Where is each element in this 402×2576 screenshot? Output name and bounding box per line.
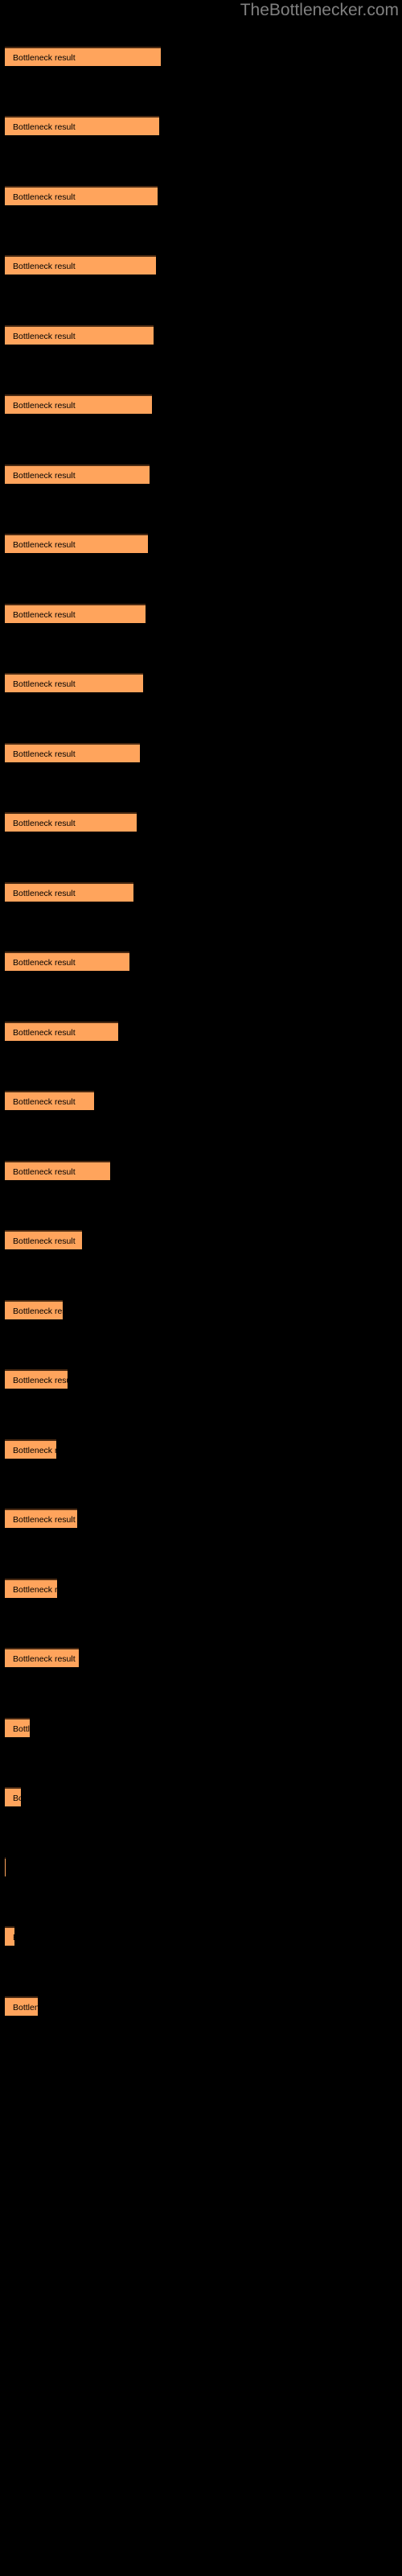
bar-row: Bottleneck result: [0, 1579, 402, 1600]
bar-clip: Bottleneck result: [5, 464, 150, 485]
bar-row: Bottleneck result: [0, 255, 402, 276]
bar-clip: Bottleneck result: [5, 116, 159, 137]
bar-row: Bottleneck result: [0, 1091, 402, 1112]
bar-row: Bottleneck result: [0, 1230, 402, 1251]
bar-rect: [5, 673, 143, 692]
bar-rect: [5, 1718, 30, 1737]
bottleneck-chart: TheBottlenecker.com Bottleneck result Bot…: [0, 0, 402, 2576]
bar-row: Bottleneck result: [0, 1439, 402, 1460]
bar-rect: [5, 464, 150, 484]
bar-rect: [5, 1857, 6, 1876]
bar-row: Bottleneck result: [0, 743, 402, 764]
bar-row: Bottleneck result: [0, 673, 402, 694]
bar-clip: Bottleneck result: [5, 1926, 14, 1947]
bar-clip: Bottleneck result: [5, 1509, 77, 1530]
bar-clip: Bottleneck result: [5, 1091, 94, 1112]
bar-clip: Bottleneck result: [5, 186, 158, 207]
bar-row: Bottleneck result: [0, 1926, 402, 1947]
bar-row: Bottleneck result: [0, 1161, 402, 1182]
bar-clip: Bottleneck result: [5, 1579, 57, 1600]
bar-clip: Bottleneck result: [5, 1022, 118, 1042]
bar-rect: [5, 1648, 79, 1667]
bar-clip: Bottleneck result: [5, 325, 154, 346]
bar-row: Bottleneck result: [0, 1369, 402, 1390]
bar-rect: [5, 394, 152, 414]
bar-rect: [5, 47, 161, 66]
bar-clip: Bottleneck result: [5, 1300, 63, 1321]
bar-row: Bottleneck result: [0, 1787, 402, 1808]
bar-rect: [5, 1230, 82, 1249]
bar-clip: Bottleneck result: [5, 394, 152, 415]
bar-rect: [5, 1300, 63, 1319]
bar-clip: Bottleneck result: [5, 1787, 21, 1808]
bar-row: Bottleneck result: [0, 1857, 402, 1878]
bar-row: Bottleneck result: [0, 394, 402, 415]
bar-clip: Bottleneck result: [5, 1996, 38, 2017]
bar-clip: Bottleneck result: [5, 882, 133, 903]
bar-rect: [5, 1161, 110, 1180]
bar-rect: [5, 1439, 56, 1459]
bar-clip: Bottleneck result: [5, 604, 146, 625]
bar-clip: Bottleneck result: [5, 1857, 6, 1878]
bar-clip: Bottleneck result: [5, 534, 148, 555]
bar-row: Bottleneck result: [0, 1996, 402, 2017]
bar-rect: [5, 1369, 68, 1389]
bar-clip: Bottleneck result: [5, 1369, 68, 1390]
bar-rect: [5, 604, 146, 623]
bar-clip: Bottleneck result: [5, 812, 137, 833]
bar-clip: Bottleneck result: [5, 743, 140, 764]
bar-clip: Bottleneck result: [5, 47, 161, 68]
bar-row: Bottleneck result: [0, 534, 402, 555]
bar-row: Bottleneck result: [0, 47, 402, 68]
bar-clip: Bottleneck result: [5, 1718, 30, 1739]
bar-rect: [5, 325, 154, 345]
bar-clip: Bottleneck result: [5, 1439, 56, 1460]
bar-rect: [5, 255, 156, 275]
bar-rect: [5, 1022, 118, 1041]
bar-clip: Bottleneck result: [5, 1161, 110, 1182]
bar-rect: [5, 1787, 21, 1806]
bar-rect: [5, 1509, 77, 1528]
bar-row: Bottleneck result: [0, 952, 402, 972]
bar-clip: Bottleneck result: [5, 1648, 79, 1669]
bar-row: Bottleneck result: [0, 812, 402, 833]
bar-row: Bottleneck result: [0, 1648, 402, 1669]
bar-row: Bottleneck result: [0, 1718, 402, 1739]
bar-rect: [5, 534, 148, 553]
bar-clip: Bottleneck result: [5, 952, 129, 972]
bar-rect: [5, 1926, 14, 1946]
bar-row: Bottleneck result: [0, 1022, 402, 1042]
bar-list: Bottleneck result Bottleneck result Bottle…: [0, 0, 402, 2576]
bar-rect: [5, 882, 133, 902]
bar-row: Bottleneck result: [0, 882, 402, 903]
bar-row: Bottleneck result: [0, 604, 402, 625]
bar-rect: [5, 952, 129, 971]
bar-row: Bottleneck result: [0, 1509, 402, 1530]
bar-rect: [5, 186, 158, 205]
bar-rect: [5, 743, 140, 762]
bar-rect: [5, 812, 137, 832]
bar-clip: Bottleneck result: [5, 673, 143, 694]
bar-row: Bottleneck result: [0, 186, 402, 207]
bar-row: Bottleneck result: [0, 325, 402, 346]
bar-row: Bottleneck result: [0, 1300, 402, 1321]
bar-rect: [5, 1091, 94, 1110]
bar-clip: Bottleneck result: [5, 255, 156, 276]
bar-clip: Bottleneck result: [5, 1230, 82, 1251]
bar-rect: [5, 116, 159, 135]
bar-rect: [5, 1579, 57, 1598]
bar-rect: [5, 1996, 38, 2016]
bar-row: Bottleneck result: [0, 464, 402, 485]
bar-row: Bottleneck result: [0, 116, 402, 137]
